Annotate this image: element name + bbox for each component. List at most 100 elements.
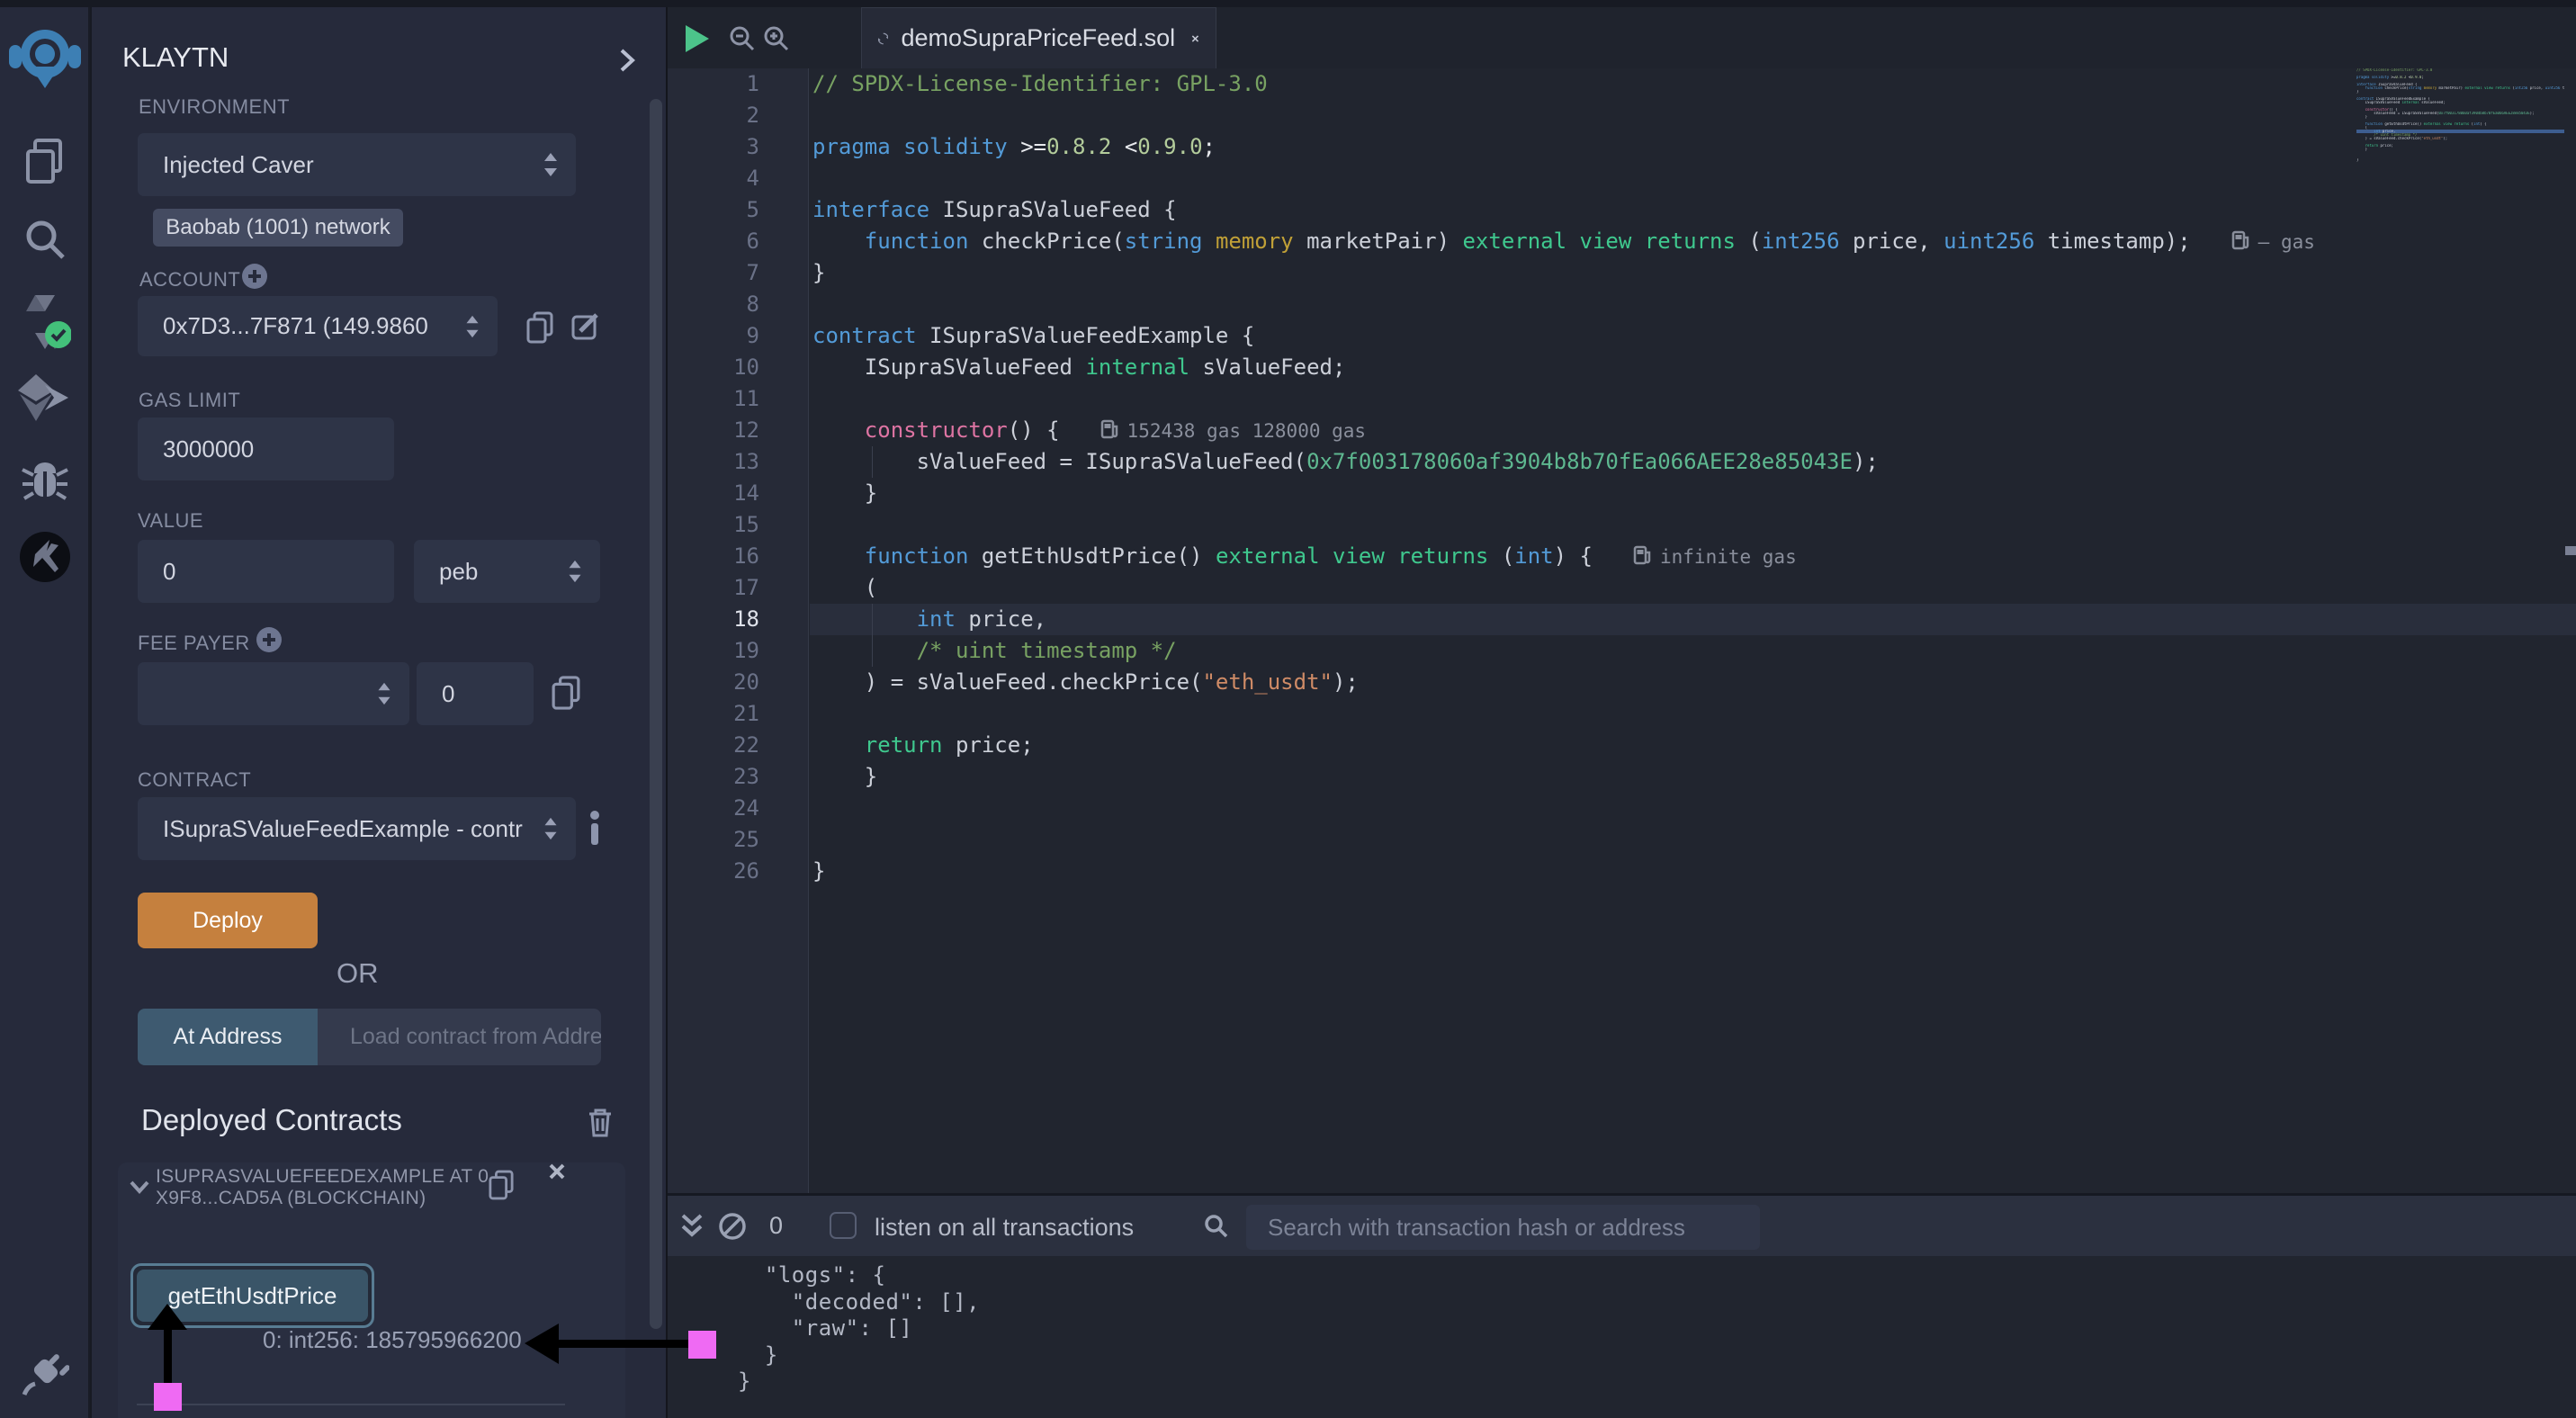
code-line: constructor() {152438 gas 128000 gas bbox=[810, 415, 2576, 446]
editor-gutter: 1234567891011121314151617181920212223242… bbox=[668, 68, 809, 1193]
line-number: 3 bbox=[668, 131, 808, 163]
line-number: 8 bbox=[668, 289, 808, 320]
code-token: sValueFeed = ISupraSValueFeed( bbox=[812, 449, 1306, 474]
line-number: 21 bbox=[668, 698, 808, 730]
zoom-out-icon[interactable] bbox=[729, 25, 756, 57]
terminal-log: "logs": { "decoded": [], "raw": [] }} bbox=[738, 1262, 980, 1396]
solidity-compiler-icon[interactable] bbox=[0, 293, 90, 351]
terminal-panel: 0 listen on all transactions "logs": { "… bbox=[668, 1193, 2576, 1418]
close-contract-icon[interactable] bbox=[548, 1162, 566, 1185]
gas-estimate: 152438 gas 128000 gas bbox=[1100, 420, 1367, 442]
terminal-search-icon bbox=[1204, 1214, 1229, 1243]
value-input[interactable] bbox=[138, 540, 394, 603]
gas-limit-input[interactable] bbox=[138, 417, 394, 480]
add-fee-payer-icon[interactable] bbox=[256, 626, 283, 658]
copy-contract-icon[interactable] bbox=[489, 1170, 514, 1205]
listen-label: listen on all transactions bbox=[875, 1214, 1134, 1242]
file-explorer-icon[interactable] bbox=[0, 137, 90, 185]
code-token: } bbox=[812, 260, 825, 285]
window-top-strip bbox=[0, 0, 2576, 7]
code-token: price, bbox=[1840, 229, 1944, 254]
code-line: } bbox=[810, 257, 2576, 289]
editor-tab-bar: demoSupraPriceFeed.sol bbox=[668, 7, 2576, 68]
terminal-search-input[interactable] bbox=[1246, 1205, 1760, 1250]
listen-checkbox[interactable] bbox=[830, 1212, 857, 1239]
line-number: 5 bbox=[668, 194, 808, 226]
line-number: 9 bbox=[668, 320, 808, 352]
code-token bbox=[812, 229, 865, 254]
add-account-icon[interactable] bbox=[241, 263, 268, 294]
collapse-panel-icon[interactable] bbox=[617, 47, 637, 78]
minimap-line: } bbox=[2356, 158, 2564, 162]
contract-title-line1: ISUPRASVALUEFEEDEXAMPLE AT 0 bbox=[156, 1166, 489, 1187]
klaytn-panel: KLAYTN ENVIRONMENT Injected Caver Baobab… bbox=[92, 7, 668, 1418]
line-number: 10 bbox=[668, 352, 808, 383]
code-token: function bbox=[865, 543, 969, 569]
contract-select[interactable]: ISupraSValueFeedExample - contr bbox=[138, 797, 576, 860]
code-editor[interactable]: 1234567891011121314151617181920212223242… bbox=[668, 68, 2576, 1193]
line-number: 2 bbox=[668, 100, 808, 131]
code-token: } bbox=[812, 764, 877, 789]
terminal-log-line: } bbox=[738, 1342, 980, 1369]
edit-account-icon[interactable] bbox=[571, 311, 600, 346]
code-token: () { bbox=[1008, 417, 1060, 443]
klaytn-plugin-icon[interactable] bbox=[0, 531, 90, 583]
code-line: contract ISupraSValueFeedExample { bbox=[810, 320, 2576, 352]
code-token: external view returns bbox=[1462, 229, 1735, 254]
code-token: return bbox=[865, 732, 943, 758]
tab-demo-supra-price-feed[interactable]: demoSupraPriceFeed.sol bbox=[861, 7, 1216, 68]
code-token: internal bbox=[1085, 354, 1189, 380]
deploy-run-icon[interactable] bbox=[0, 374, 90, 421]
code-line: ISupraSValueFeed internal sValueFeed; bbox=[810, 352, 2576, 383]
copy-account-icon[interactable] bbox=[526, 311, 553, 348]
code-token: >= bbox=[1020, 134, 1046, 159]
gas-estimate: infinite gas bbox=[1633, 546, 1797, 568]
code-token: contract bbox=[812, 323, 917, 348]
at-address-input[interactable] bbox=[318, 1009, 601, 1065]
code-token: } bbox=[812, 858, 825, 884]
code-line: // SPDX-License-Identifier: GPL-3.0 bbox=[810, 68, 2576, 100]
fee-payer-select[interactable] bbox=[138, 662, 409, 725]
account-select[interactable]: 0x7D3...7F871 (149.9860 bbox=[138, 296, 498, 356]
run-script-icon[interactable] bbox=[684, 23, 711, 58]
code-token: "eth_usdt" bbox=[1202, 669, 1333, 695]
copy-fee-payer-icon[interactable] bbox=[552, 675, 580, 715]
panel-title: KLAYTN bbox=[122, 41, 229, 74]
code-token: string bbox=[1125, 229, 1203, 254]
code-token: ( bbox=[1736, 229, 1762, 254]
get-eth-usdt-price-button[interactable]: getEthUsdtPrice bbox=[137, 1270, 368, 1322]
line-number: 22 bbox=[668, 730, 808, 761]
line-number: 16 bbox=[668, 541, 808, 572]
line-number: 14 bbox=[668, 478, 808, 509]
panel-scrollbar[interactable] bbox=[650, 99, 662, 1329]
expand-contract-icon[interactable] bbox=[129, 1179, 150, 1199]
indent-guide bbox=[872, 446, 873, 478]
code-token: sValueFeed; bbox=[1189, 354, 1345, 380]
code-token: < bbox=[1125, 134, 1137, 159]
icon-rail bbox=[0, 7, 90, 1418]
clear-deployed-icon[interactable] bbox=[588, 1107, 613, 1142]
environment-select[interactable]: Injected Caver bbox=[138, 133, 576, 196]
fee-payer-label: FEE PAYER bbox=[138, 632, 250, 655]
debugger-icon[interactable] bbox=[0, 455, 90, 502]
line-number: 6 bbox=[668, 226, 808, 257]
deploy-button[interactable]: Deploy bbox=[138, 893, 318, 948]
deployed-contract-card: ISUPRASVALUEFEEDEXAMPLE AT 0 X9F8...CAD5… bbox=[118, 1162, 625, 1418]
close-tab-icon[interactable] bbox=[1191, 30, 1199, 48]
editor-minimap[interactable]: // SPDX-License-Identifier: GPL-3.0pragm… bbox=[2356, 68, 2564, 167]
zoom-in-icon[interactable] bbox=[763, 25, 790, 57]
plugin-manager-icon[interactable] bbox=[0, 1350, 90, 1398]
code-token: price; bbox=[943, 732, 1034, 758]
code-token: 0.8.2 bbox=[1046, 134, 1111, 159]
code-line: pragma solidity >=0.8.2 <0.9.0; bbox=[810, 131, 2576, 163]
annotation-square bbox=[688, 1331, 716, 1359]
contract-info-icon[interactable] bbox=[588, 810, 601, 850]
value-unit-select[interactable]: peb bbox=[414, 540, 600, 603]
clear-console-icon[interactable] bbox=[718, 1212, 747, 1245]
terminal-log-line: "decoded": [], bbox=[738, 1289, 980, 1316]
search-icon[interactable] bbox=[0, 216, 90, 263]
code-line bbox=[810, 163, 2576, 194]
expand-terminal-icon[interactable] bbox=[680, 1212, 704, 1245]
fee-payer-amount-input[interactable] bbox=[417, 662, 534, 725]
at-address-button[interactable]: At Address bbox=[138, 1009, 318, 1065]
